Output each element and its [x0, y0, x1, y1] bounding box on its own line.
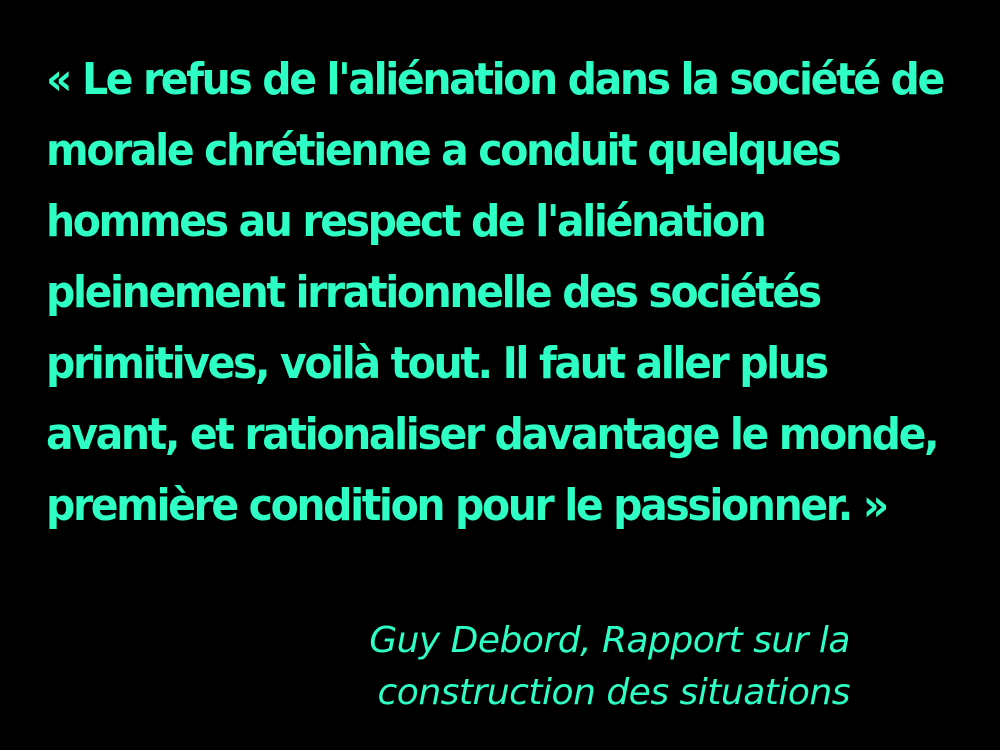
quote-line: morale chrétienne a conduit quelques	[46, 124, 842, 176]
attribution-line: construction des situations	[377, 672, 851, 713]
attribution-line: Guy Debord, Rapport sur la	[369, 620, 850, 661]
slide: « Le refus de l'aliénation dans la socié…	[0, 0, 1000, 750]
quote-line: avant, et rationaliser davantage le mond…	[46, 408, 940, 460]
quote-line: première condition pour le passionner. »	[46, 479, 889, 531]
quote-line: « Le refus de l'aliénation dans la socié…	[46, 53, 945, 105]
quote-text: « Le refus de l'aliénation dans la socié…	[46, 44, 986, 541]
quote-attribution: Guy Debord, Rapport sur la construction …	[369, 615, 850, 719]
quote-line: primitives, voilà tout. Il faut aller pl…	[46, 337, 829, 389]
quote-line: hommes au respect de l'aliénation	[46, 195, 767, 247]
quote-line: pleinement irrationnelle des sociétés	[46, 266, 822, 318]
